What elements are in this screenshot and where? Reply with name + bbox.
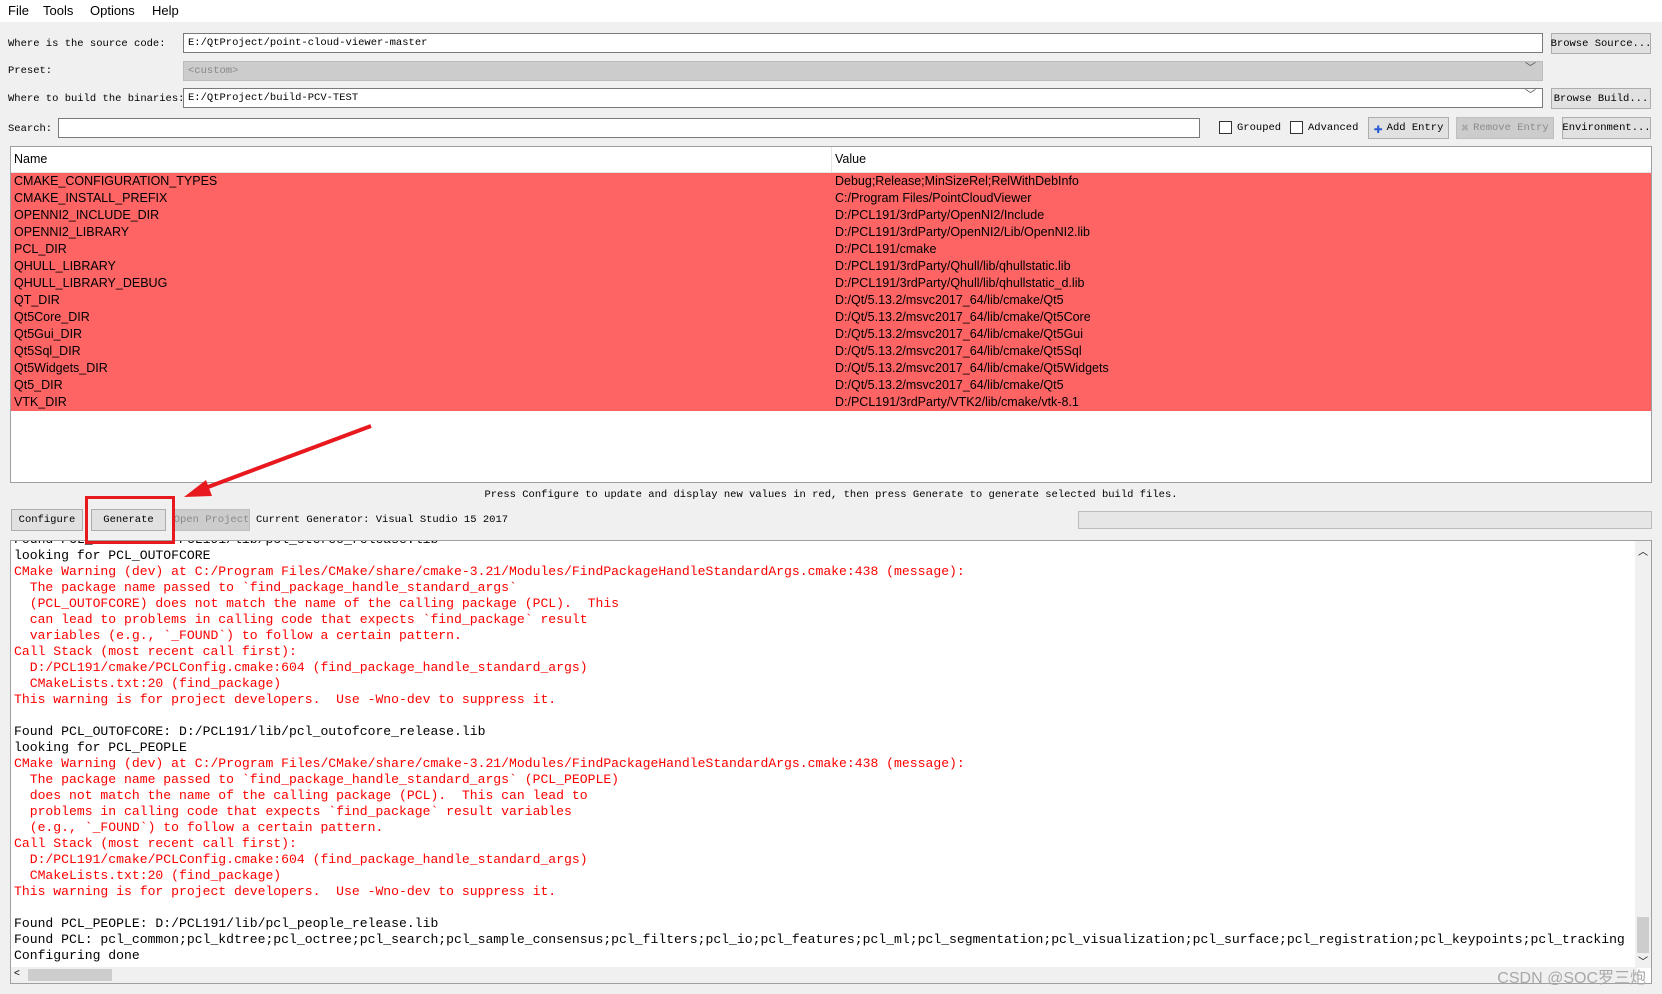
annotation-arrow — [184, 424, 372, 497]
arrow-line — [199, 424, 372, 492]
arrow-head — [184, 480, 212, 497]
watermark: CSDN @SOC罗三炮 — [1497, 970, 1646, 987]
